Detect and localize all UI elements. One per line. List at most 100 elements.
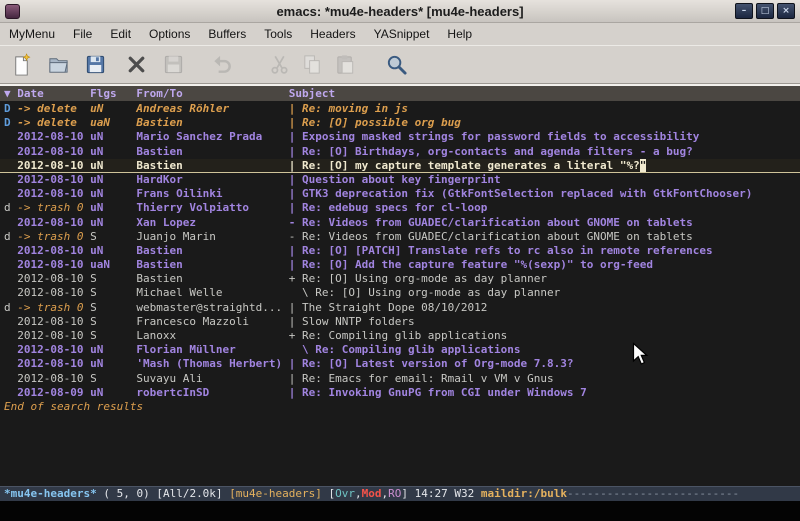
cell-subject: | Re: [O] possible org bug [289,116,461,129]
search-button[interactable] [383,51,410,78]
cell-from: Juanjo Marin [136,230,288,244]
close-buffer-button[interactable] [123,51,150,78]
column-header-date[interactable]: Date [17,86,90,101]
message-row[interactable]: 2012-08-09uNrobertcInSD| Re: Invoking Gn… [0,386,800,400]
save-icon [84,53,107,76]
cell-subject: | Exposing masked strings for password f… [289,130,700,143]
cell-date: 2012-08-10 [17,286,90,300]
cell-subject: | Re: Emacs for email: Rmail v VM v Gnus [289,372,554,385]
message-row[interactable]: d-> trash 0uNThierry Volpiatto| Re: edeb… [0,201,800,215]
column-header-from[interactable]: From/To [136,86,288,101]
echo-area [0,501,800,521]
cell-flags: S [90,315,136,329]
paste-button[interactable] [332,51,359,78]
cell-flags: uN [90,357,136,371]
message-row[interactable]: 2012-08-10uNFlorian Müllner \ Re: Compil… [0,343,800,357]
cell-subject: | Re: [O] [PATCH] Translate refs to rc a… [289,244,713,257]
cell-date: 2012-08-10 [17,244,90,258]
message-row[interactable]: 2012-08-10SLanoxx+ Re: Compiling glib ap… [0,329,800,343]
cell-flags: S [90,372,136,386]
message-row[interactable]: 2012-08-10uNHardKor| Question about key … [0,173,800,187]
menu-item-buffers[interactable]: Buffers [199,23,255,45]
window-title: emacs: *mu4e-headers* [mu4e-headers] [0,4,800,19]
cell-mark: D [4,102,17,116]
message-row[interactable]: 2012-08-10SBastien+ Re: [O] Using org-mo… [0,272,800,286]
cell-flags: uN [90,187,136,201]
menu-item-headers[interactable]: Headers [301,23,364,45]
message-row[interactable]: 2012-08-10uNMario Sanchez Prada| Exposin… [0,130,800,144]
cell-from: Francesco Mazzoli [136,315,288,329]
window-minimize-button[interactable]: – [735,3,753,19]
emacs-frame: emacs: *mu4e-headers* [mu4e-headers] –□×… [0,0,800,521]
cell-date: 2012-08-10 [17,173,90,187]
menu-item-tools[interactable]: Tools [255,23,301,45]
cell-flags: S [90,272,136,286]
cell-from: HardKor [136,173,288,187]
modeline-segment-plain: [All/2.0k] [156,487,229,500]
menu-item-help[interactable]: Help [438,23,481,45]
open-file-icon [47,53,70,76]
cut-icon [268,53,291,76]
cell-date: 2012-08-09 [17,386,90,400]
menu-item-options[interactable]: Options [140,23,199,45]
message-row[interactable]: 2012-08-10SMichael Welle \ Re: [O] Using… [0,286,800,300]
cut-button[interactable] [266,51,293,78]
undo-button[interactable] [208,51,235,78]
copy-icon [301,53,324,76]
copy-button[interactable] [299,51,326,78]
close-buffer-icon [125,53,148,76]
message-row[interactable]: 2012-08-10uaNBastien| Re: [O] Add the ca… [0,258,800,272]
cell-from: Mario Sanchez Prada [136,130,288,144]
cell-from: Bastien [136,272,288,286]
message-row[interactable]: 2012-08-10uN'Mash (Thomas Herbert)| Re: … [0,357,800,371]
mode-line: *mu4e-headers* ( 5, 0) [All/2.0k] [mu4e-… [0,486,800,501]
cell-date: 2012-08-10 [17,315,90,329]
modeline-segment-plain: , [355,487,362,500]
cell-from: Bastien [136,145,288,159]
cell-date: 2012-08-10 [17,272,90,286]
message-row[interactable]: D-> deleteuaNBastien| Re: [O] possible o… [0,116,800,130]
cell-flags: uN [90,343,136,357]
cell-date: -> delete [17,102,90,116]
window-maximize-button[interactable]: □ [756,3,774,19]
message-row[interactable]: 2012-08-10uNFrans Oilinki| GTK3 deprecat… [0,187,800,201]
message-row[interactable]: d-> trash 0SJuanjo Marin- Re: Videos fro… [0,230,800,244]
menu-item-file[interactable]: File [64,23,101,45]
cell-from: Michael Welle [136,286,288,300]
cell-from: Thierry Volpiatto [136,201,288,215]
menu-item-edit[interactable]: Edit [101,23,140,45]
column-header-subject[interactable]: Subject [289,87,335,100]
cell-date: 2012-08-10 [17,343,90,357]
menu-item-yasnippet[interactable]: YASnippet [365,23,439,45]
message-row[interactable]: d-> trash 0Swebmaster@straightd...| The … [0,301,800,315]
message-list: D-> deleteuNAndreas Röhler| Re: moving i… [0,101,800,400]
cell-from: Andreas Röhler [136,102,288,116]
message-row[interactable]: 2012-08-10SFrancesco Mazzoli| Slow NNTP … [0,315,800,329]
cell-date: 2012-08-10 [17,329,90,343]
cell-subject: | Re: [O] Birthdays, org-contacts and ag… [289,145,693,158]
modeline-segment-mod: Mod [362,487,382,500]
open-file-button[interactable] [45,51,72,78]
save-as-button[interactable] [160,51,187,78]
message-row[interactable]: 2012-08-10uNBastien| Re: [O] my capture … [0,159,800,173]
cell-from: Bastien [136,258,288,272]
cell-from: Lanoxx [136,329,288,343]
message-row[interactable]: 2012-08-10uNBastien| Re: [O] Birthdays, … [0,145,800,159]
cell-from: Bastien [136,244,288,258]
new-file-button[interactable] [8,51,35,78]
save-as-icon [162,53,185,76]
cell-from: 'Mash (Thomas Herbert) [136,357,288,371]
message-row[interactable]: 2012-08-10uNXan Lopez- Re: Videos from G… [0,216,800,230]
menu-item-mymenu[interactable]: MyMenu [0,23,64,45]
modeline-segment-ro: RO [388,487,401,500]
column-header-flags[interactable]: Flgs [90,86,136,101]
message-row[interactable]: D-> deleteuNAndreas Röhler| Re: moving i… [0,102,800,116]
paste-icon [334,53,357,76]
message-row[interactable]: 2012-08-10uNBastien| Re: [O] [PATCH] Tra… [0,244,800,258]
cell-date: 2012-08-10 [17,357,90,371]
cell-flags: uN [90,216,136,230]
cell-date: -> trash 0 [17,201,90,215]
save-button[interactable] [82,51,109,78]
message-row[interactable]: 2012-08-10SSuvayu Ali| Re: Emacs for ema… [0,372,800,386]
window-close-button[interactable]: × [777,3,795,19]
